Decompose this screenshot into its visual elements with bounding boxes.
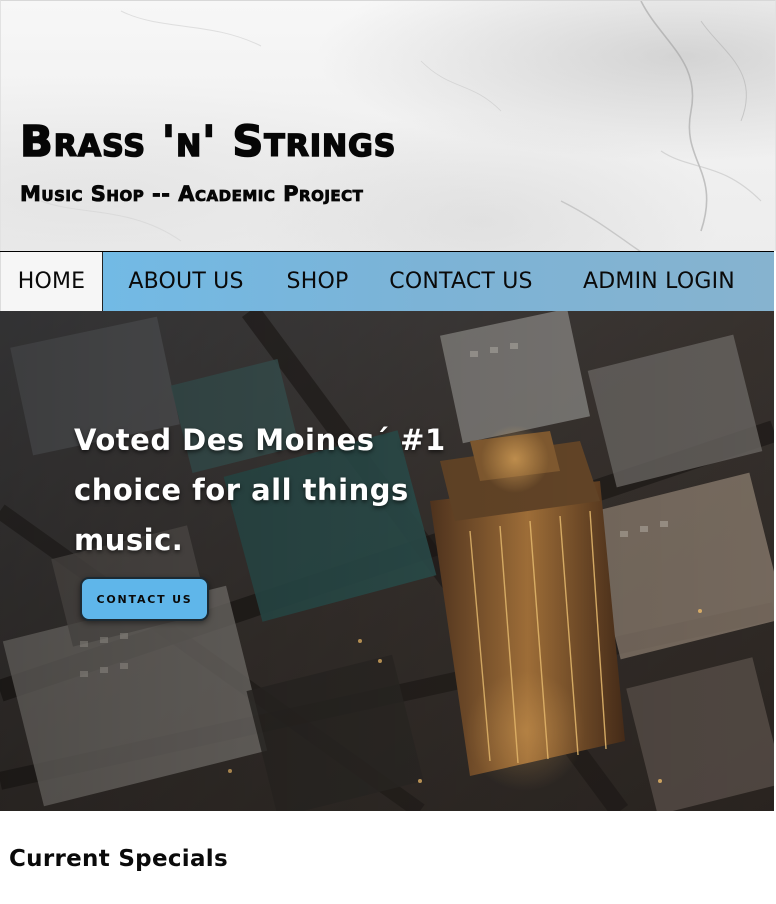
nav-item-admin-login[interactable]: ADMIN LOGIN (556, 252, 762, 311)
site-title: Brass 'n' Strings (19, 116, 397, 168)
nav-item-contact-us[interactable]: CONTACT US (366, 252, 556, 311)
nav-item-shop[interactable]: SHOP (269, 252, 366, 311)
hero-headline: Voted Des Moines´ #1 choice for all thin… (74, 423, 446, 557)
site-header: Brass 'n' Strings Music Shop -- Academic… (0, 0, 776, 251)
nav-item-home[interactable]: HOME (0, 252, 103, 311)
current-specials-heading: Current Specials (9, 846, 228, 872)
main-nav: HOME ABOUT US SHOP CONTACT US ADMIN LOGI… (0, 251, 774, 311)
nav-item-about-us[interactable]: ABOUT US (103, 252, 269, 311)
contact-us-button[interactable]: contact us (80, 577, 209, 621)
hero-section: Voted Des Moines´ #1 choice for all thin… (0, 311, 774, 811)
site-subtitle: Music Shop -- Academic Project (20, 182, 364, 207)
